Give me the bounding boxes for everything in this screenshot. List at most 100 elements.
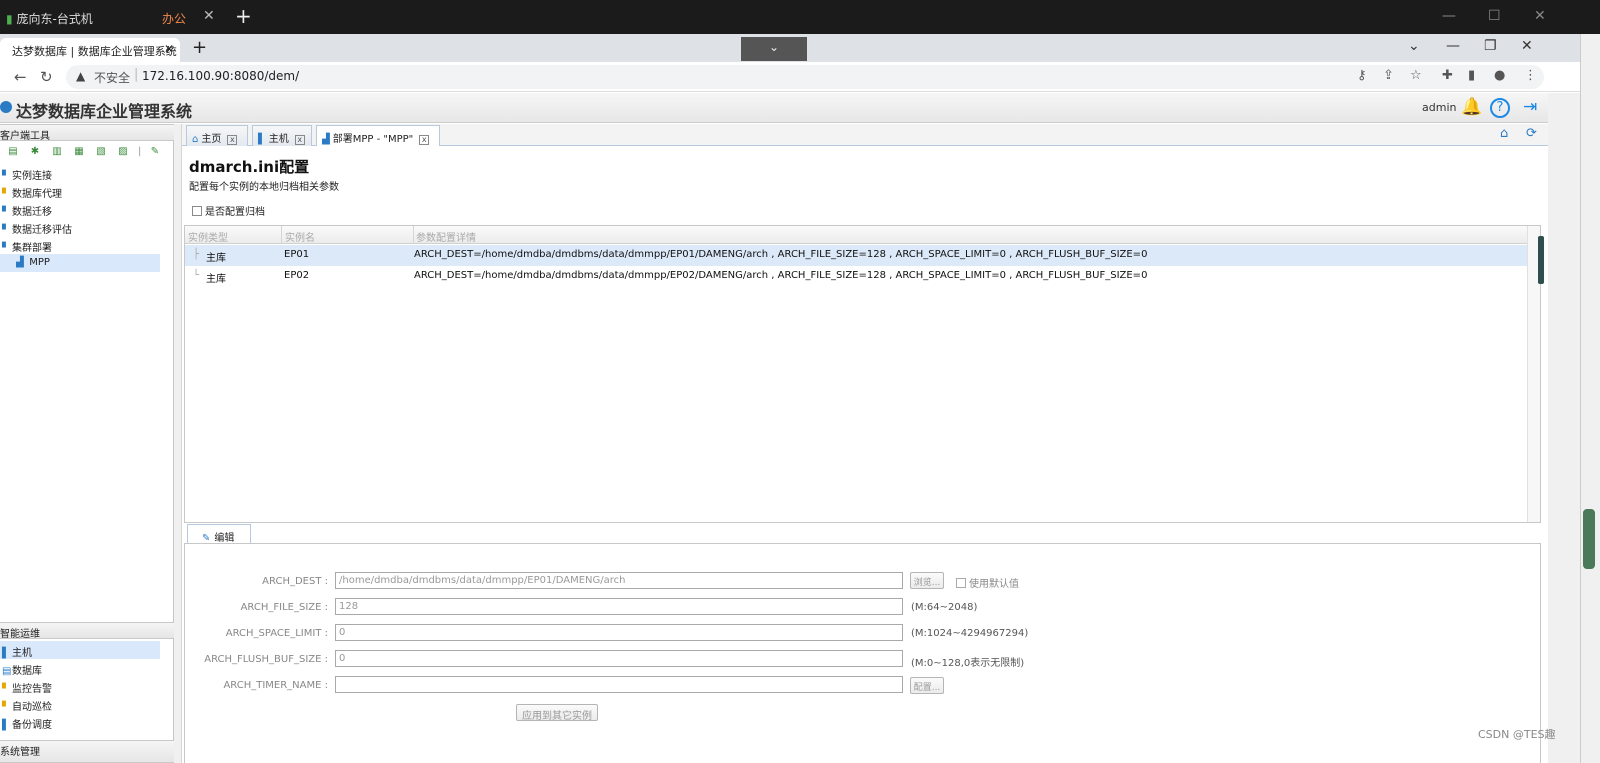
tree-item-data-migration[interactable]: ▘ 数据迁移 [0, 200, 160, 218]
warning-icon[interactable]: ▲ [76, 69, 85, 83]
key-icon[interactable]: ⚷ [1357, 68, 1367, 83]
checkbox-box[interactable] [956, 578, 966, 588]
col-instance-type[interactable]: 实例类型 [188, 229, 228, 244]
arch-flush-buf-size-hint: (M:0~128,0表示无限制) [911, 658, 1025, 669]
proxy-icon: ▘ [2, 189, 10, 200]
extensions-icon[interactable]: ✚ [1442, 68, 1453, 83]
ops-header[interactable]: 智能运维 [0, 622, 174, 640]
proxy-tool-icon[interactable]: ▨ [116, 146, 130, 158]
tree-item-auto-inspect[interactable]: ▘ 自动巡检 [0, 695, 160, 713]
arch-space-limit-label: ARCH_SPACE_LIMIT : [225, 628, 328, 639]
col-divider [281, 226, 282, 244]
bug-tool-icon[interactable]: ✱ [28, 146, 42, 158]
browser-tab-close-icon[interactable]: ✕ [164, 42, 174, 56]
tab-search-dropdown-icon[interactable]: ⌄ [741, 37, 807, 61]
os-maximize-icon[interactable]: ☐ [1488, 8, 1501, 24]
tree-item-host[interactable]: ▌ 主机 [0, 641, 160, 659]
checkbox-box[interactable] [192, 206, 202, 216]
table-row[interactable]: ├ 主库 EP01 ARCH_DEST=/home/dmdba/dmdbms/d… [185, 245, 1527, 266]
arch-flush-buf-size-input[interactable]: 0 [335, 650, 903, 667]
migrate-tool-icon[interactable]: ▦ [72, 146, 86, 158]
refresh-icon[interactable]: ⟳ [1526, 126, 1537, 141]
os-minimize-icon[interactable]: — [1442, 8, 1456, 24]
tree-item-database[interactable]: ▤数据库 [0, 659, 160, 677]
home-nav-icon[interactable]: ⌂ [1500, 126, 1508, 141]
side-panel-icon[interactable]: ▮ [1468, 68, 1475, 83]
signal-icon: ▮ [6, 12, 13, 26]
browse-button[interactable]: 浏览... [910, 572, 944, 589]
arch-timer-name-input[interactable] [335, 676, 903, 693]
browser-tab[interactable]: 达梦数据库 | 数据库企业管理系统 ✕ [0, 38, 180, 62]
os-close-icon[interactable]: ✕ [1534, 8, 1546, 24]
logout-icon[interactable]: ⇥ [1523, 97, 1537, 117]
bookmark-star-icon[interactable]: ☆ [1410, 68, 1422, 83]
browser-tab-strip: 达梦数据库 | 数据库企业管理系统 ✕ + ⌄ ⌄ — ❐ ✕ [0, 34, 1580, 62]
bell-icon[interactable]: 🔔 [1461, 97, 1482, 117]
arch-space-limit-input[interactable]: 0 [335, 624, 903, 641]
tab-close-icon[interactable]: x [419, 135, 430, 145]
col-divider [413, 226, 414, 244]
browser-close-icon[interactable]: ✕ [1521, 38, 1533, 54]
current-user[interactable]: admin [1422, 101, 1456, 114]
help-icon[interactable]: ? [1490, 98, 1510, 118]
host-icon: ▌ [2, 648, 10, 659]
system-admin-header[interactable]: 系统管理 [0, 740, 174, 763]
cluster-tool-icon[interactable]: ▧ [94, 146, 108, 158]
tab-close-icon[interactable]: x [294, 135, 305, 145]
tree-item-cluster-deploy[interactable]: ▘ 集群部署 [0, 236, 160, 254]
back-icon[interactable]: ← [14, 68, 27, 86]
tree-label: 实例连接 [12, 171, 52, 182]
database-icon: ▤ [2, 666, 12, 677]
os-tab-desktop[interactable]: ▮ 庞向东-台式机 [6, 10, 93, 27]
browser-new-tab-icon[interactable]: + [192, 37, 207, 58]
tree-line: └ [193, 270, 200, 281]
tab-edit[interactable]: ✎ 编辑 [187, 524, 251, 544]
panel-splitter[interactable] [174, 124, 182, 763]
os-new-tab-icon[interactable]: + [235, 4, 252, 28]
tab-close-icon[interactable]: x [227, 135, 238, 145]
config-button[interactable]: 配置... [910, 677, 944, 694]
migration-icon: ▘ [2, 207, 10, 218]
col-config-detail[interactable]: 参数配置详情 [416, 229, 476, 244]
page-scrollbar[interactable] [1580, 34, 1600, 763]
browser-minimize-icon[interactable]: — [1446, 38, 1460, 54]
tree-item-db-proxy[interactable]: ▘ 数据库代理 [0, 182, 160, 200]
table-row[interactable]: └ 主库 EP02 ARCH_DEST=/home/dmdba/dmdbms/d… [185, 266, 1527, 287]
cell-type: 主库 [206, 274, 226, 285]
profile-icon[interactable]: ● [1494, 68, 1505, 83]
config-archive-checkbox[interactable]: 是否配置归档 [192, 203, 265, 218]
tree-label: MPP [29, 257, 50, 268]
scrollbar-thumb[interactable] [1583, 509, 1595, 569]
browser-tab-list-icon[interactable]: ⌄ [1408, 38, 1420, 54]
arch-dest-input[interactable]: /home/dmdba/dmdbms/data/dmmpp/EP01/DAMEN… [335, 572, 903, 589]
grid-header: 实例类型 实例名 参数配置详情 [185, 226, 1527, 244]
tree-label: 数据库 [12, 666, 42, 677]
tree-item-monitor-alert[interactable]: ▘ 监控告警 [0, 677, 160, 695]
browser-restore-icon[interactable]: ❐ [1484, 38, 1497, 54]
tab-host[interactable]: ▌ 主机 x [252, 125, 312, 146]
insecure-label[interactable]: 不安全 [94, 69, 130, 86]
tree-item-mpp[interactable]: ▟ MPP [0, 254, 160, 272]
reload-icon[interactable]: ↻ [40, 68, 53, 86]
db-tool-icon[interactable]: ▥ [50, 146, 64, 158]
tree-item-migration-assess[interactable]: ▘ 数据迁移评估 [0, 218, 160, 236]
tree-item-backup-schedule[interactable]: ▌ 备份调度 [0, 713, 160, 731]
use-default-checkbox[interactable]: 使用默认值 [956, 575, 1019, 590]
tree-label: 数据迁移评估 [12, 225, 72, 236]
arch-file-size-input[interactable]: 128 [335, 598, 903, 615]
tab-deploy-mpp[interactable]: ▟ 部署MPP - "MPP" x [316, 125, 440, 146]
os-tab-close-icon[interactable]: ✕ [203, 8, 215, 24]
apply-to-other-instances-button[interactable]: 应用到其它实例 [516, 704, 598, 722]
os-tab-office[interactable]: 办公 [162, 10, 186, 27]
edit-tool-icon[interactable]: ✎ [148, 146, 162, 158]
col-instance-name[interactable]: 实例名 [285, 229, 315, 244]
client-tools-header[interactable]: 客户端工具 [0, 124, 174, 142]
sql-tool-icon[interactable]: ▤ [6, 146, 20, 158]
tab-home[interactable]: ⌂ 主页 x [186, 125, 248, 146]
arch-flush-buf-size-label: ARCH_FLUSH_BUF_SIZE : [204, 654, 328, 665]
toolbar-divider: | [138, 146, 142, 157]
tree-item-instance-connect[interactable]: ▘ 实例连接 [0, 164, 160, 182]
share-icon[interactable]: ⇪ [1383, 68, 1394, 83]
url-text[interactable]: 172.16.100.90:8080/dem/ [142, 69, 299, 83]
menu-kebab-icon[interactable]: ⋮ [1524, 68, 1537, 83]
